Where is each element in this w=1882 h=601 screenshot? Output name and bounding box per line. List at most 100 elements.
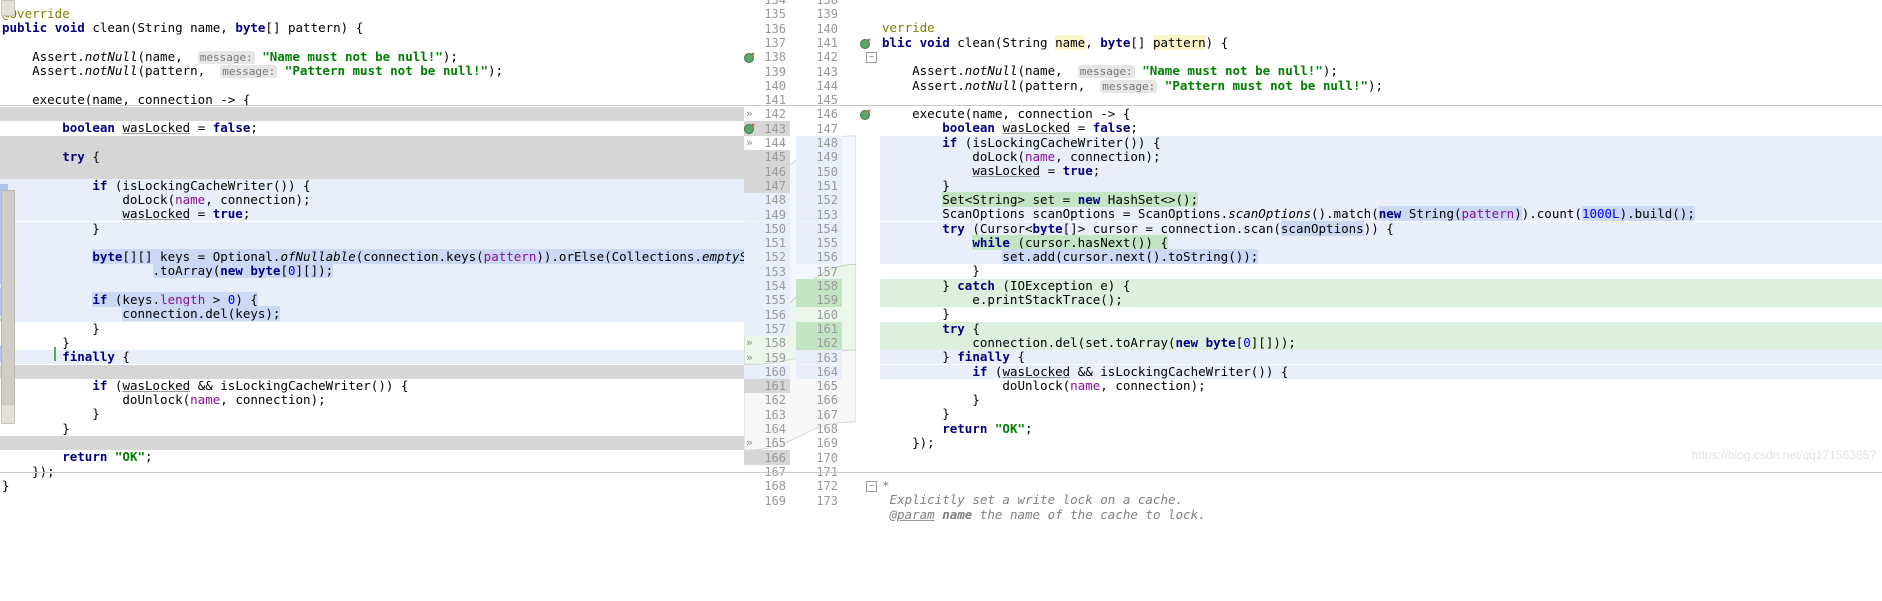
code-line[interactable]: try { bbox=[0, 149, 744, 165]
code-line[interactable]: boolean wasLocked = false; bbox=[0, 121, 744, 136]
code-line[interactable] bbox=[880, 7, 1882, 22]
code-line[interactable] bbox=[0, 78, 744, 93]
left-scrollbar-track-top[interactable] bbox=[1, 0, 15, 16]
code-line[interactable]: return "OK"; bbox=[0, 449, 744, 465]
code-line-text: doLock(name, connection); bbox=[2, 191, 311, 207]
code-line[interactable]: if (wasLocked && isLockingCacheWriter())… bbox=[0, 378, 744, 394]
code-line[interactable] bbox=[0, 235, 744, 251]
code-line[interactable]: } bbox=[0, 478, 744, 494]
code-line[interactable]: if (keys.length > 0) { bbox=[0, 292, 744, 308]
code-line[interactable] bbox=[0, 135, 744, 150]
collapse-chevron-icon[interactable]: » bbox=[746, 107, 753, 121]
line-number: 158 bbox=[816, 279, 838, 293]
line-number: 154 bbox=[816, 221, 838, 236]
modified-marker-icon[interactable]: ↑ bbox=[860, 108, 872, 121]
line-number: 146 bbox=[764, 164, 786, 179]
right-editor-pane[interactable]: ↑ ↑ verride blic void clean(String name, b… bbox=[856, 0, 1882, 601]
code-line[interactable]: byte[][] keys = Optional.ofNullable(conn… bbox=[0, 249, 744, 265]
collapse-chevron-icon[interactable]: » bbox=[746, 136, 753, 150]
code-line[interactable]: doUnlock(name, connection); bbox=[0, 392, 744, 408]
code-line[interactable]: wasLocked = true; bbox=[880, 163, 1882, 179]
code-line[interactable]: } bbox=[0, 421, 744, 436]
code-line[interactable]: } bbox=[880, 263, 1882, 279]
code-line[interactable]: finally { bbox=[0, 349, 744, 365]
code-line-text: return "OK"; bbox=[62, 449, 153, 465]
code-line[interactable]: if (wasLocked && isLockingCacheWriter())… bbox=[880, 364, 1882, 379]
left-editor-pane[interactable]: @Override public void clean(String name, … bbox=[0, 0, 744, 601]
code-line[interactable]: } bbox=[880, 306, 1882, 322]
code-line[interactable]: @Override bbox=[0, 6, 744, 22]
code-line[interactable]: ScanOptions scanOptions = ScanOptions.sc… bbox=[880, 206, 1882, 222]
code-line[interactable]: Set<String> set = new HashSet<>(); bbox=[880, 191, 1882, 208]
collapse-chevron-icon[interactable]: » bbox=[746, 351, 753, 365]
left-code-lines[interactable]: @Override public void clean(String name, … bbox=[0, 0, 744, 494]
code-line[interactable]: Assert.notNull(pattern, message: "Patter… bbox=[0, 63, 744, 79]
right-gutter-icons[interactable]: ↑ ↑ bbox=[856, 0, 880, 601]
modified-marker-icon[interactable]: ↑ bbox=[744, 122, 756, 135]
code-line[interactable]: set.add(cursor.next().toString()); bbox=[880, 249, 1882, 265]
code-line[interactable]: public void clean(String name, byte[] pa… bbox=[0, 20, 744, 36]
code-line[interactable]: doUnlock(name, connection); bbox=[880, 378, 1882, 394]
left-scrollbar-thumb[interactable] bbox=[1, 190, 15, 417]
code-line-text: finally { bbox=[62, 349, 130, 365]
code-line[interactable]: execute(name, connection -> { bbox=[880, 106, 1882, 122]
code-line-text: verride bbox=[882, 20, 935, 36]
code-line[interactable]: doLock(name, connection); bbox=[880, 149, 1882, 165]
code-line[interactable]: Explicitly set a write lock on a cache. bbox=[880, 493, 1882, 508]
collapse-chevron-icon[interactable]: » bbox=[746, 336, 753, 350]
code-line[interactable]: connection.del(keys); bbox=[0, 306, 744, 322]
code-line-text: }); bbox=[882, 435, 935, 450]
code-line[interactable]: return "OK"; bbox=[880, 421, 1882, 436]
diff-divider-gutter[interactable]: 134 135 136 137 138 139 140 141 142» 143 144» 145 14… bbox=[744, 0, 856, 601]
code-line-text: if (isLockingCacheWriter()) { bbox=[942, 134, 1161, 150]
modified-marker-icon[interactable]: ↑ bbox=[744, 50, 756, 63]
code-line[interactable]: wasLocked = true; bbox=[0, 206, 744, 222]
code-line[interactable]: while (cursor.hasNext()) { bbox=[880, 234, 1882, 251]
code-line[interactable]: @param name the name of the cache to loc… bbox=[880, 507, 1882, 522]
modified-marker-icon[interactable]: ↑ bbox=[860, 36, 872, 49]
code-line[interactable]: .toArray(new byte[0][]); bbox=[0, 263, 744, 279]
code-line[interactable]: } bbox=[0, 321, 744, 336]
code-line[interactable]: Assert.notNull(pattern, message: "Patter… bbox=[880, 78, 1882, 93]
collapse-chevron-icon[interactable]: » bbox=[746, 436, 753, 450]
code-line-text: wasLocked = true; bbox=[122, 206, 251, 222]
code-line[interactable] bbox=[0, 35, 744, 50]
line-number: 159 bbox=[764, 350, 786, 365]
line-number: 170 bbox=[816, 450, 838, 465]
code-line[interactable]: } bbox=[0, 407, 744, 422]
code-line[interactable]: boolean wasLocked = false; bbox=[880, 121, 1882, 136]
code-line[interactable]: try { bbox=[880, 321, 1882, 336]
line-number: 164 bbox=[816, 364, 838, 379]
code-line[interactable] bbox=[0, 107, 744, 122]
code-line[interactable]: } catch (IOException e) { bbox=[880, 278, 1882, 293]
code-line[interactable]: Assert.notNull(name, message: "Name must… bbox=[0, 49, 744, 65]
code-line[interactable]: } bbox=[0, 335, 744, 351]
code-line[interactable]: connection.del(set.toArray(new byte[0][]… bbox=[880, 335, 1882, 351]
left-scrollbar-track-bottom[interactable] bbox=[1, 404, 15, 424]
code-line[interactable]: blic void clean(String name, byte[] patt… bbox=[880, 34, 1882, 50]
code-line[interactable]: try (Cursor<byte[]> cursor = connection.… bbox=[880, 220, 1882, 236]
code-line[interactable]: if (isLockingCacheWriter()) { bbox=[880, 134, 1882, 150]
line-number: 172 bbox=[816, 479, 838, 494]
code-line[interactable]: Assert.notNull(name, message: "Name must… bbox=[880, 63, 1882, 79]
code-line[interactable]: } bbox=[880, 407, 1882, 422]
code-line[interactable]: } bbox=[880, 178, 1882, 193]
code-line[interactable]: doLock(name, connection); bbox=[0, 191, 744, 208]
code-line[interactable]: } finally { bbox=[880, 349, 1882, 365]
code-line[interactable]: * bbox=[880, 478, 1882, 494]
code-line[interactable]: if (isLockingCacheWriter()) { bbox=[0, 178, 744, 193]
code-line[interactable] bbox=[0, 436, 744, 451]
code-line[interactable] bbox=[0, 278, 744, 293]
code-line-text: try { bbox=[62, 149, 100, 164]
line-number: 150 bbox=[764, 221, 786, 236]
code-line[interactable] bbox=[880, 49, 1882, 65]
code-line[interactable]: e.printStackTrace(); bbox=[880, 292, 1882, 308]
code-line[interactable]: } bbox=[880, 392, 1882, 408]
code-line[interactable] bbox=[0, 164, 744, 179]
code-line-text: } bbox=[882, 263, 980, 279]
code-line[interactable]: } bbox=[0, 221, 744, 236]
line-number: 161 bbox=[764, 379, 786, 394]
code-line[interactable] bbox=[0, 364, 744, 379]
right-code-lines[interactable]: verride blic void clean(String name, byte… bbox=[880, 0, 1882, 522]
code-line[interactable]: verride bbox=[880, 20, 1882, 36]
